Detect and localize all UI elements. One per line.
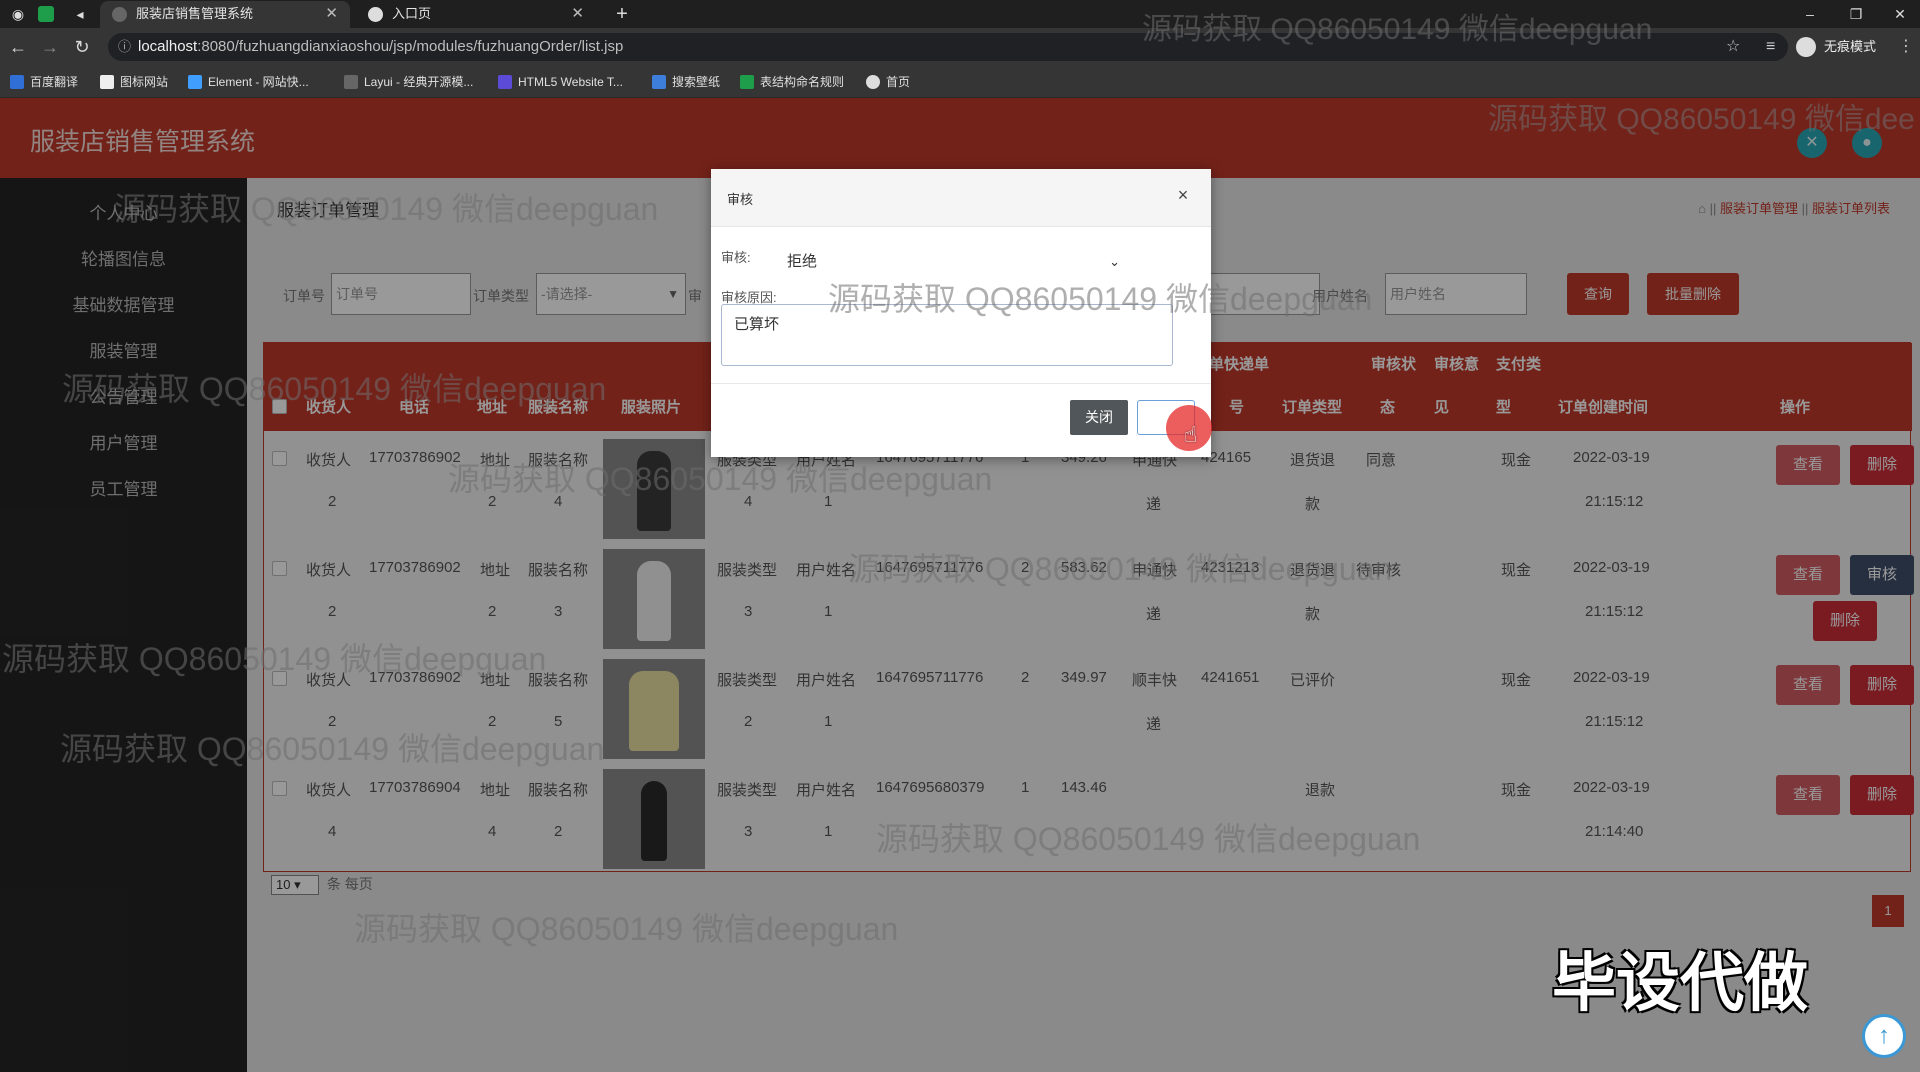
- layui-icon: [344, 75, 358, 89]
- bookmark-item[interactable]: HTML5 Website T...: [498, 73, 623, 91]
- audit-dialog: 审核 × 审核: 拒绝 ⌄ 审核原因: 已算坏 关闭: [711, 169, 1211, 457]
- html5-icon: [498, 75, 512, 89]
- close-icon[interactable]: ×: [1173, 185, 1193, 206]
- bookmark-label: Layui - 经典开源模...: [364, 75, 474, 89]
- url-host: localhost: [138, 38, 198, 55]
- dialog-divider: [711, 383, 1211, 384]
- new-tab-icon[interactable]: +: [612, 4, 632, 24]
- star-icon[interactable]: ☆: [1726, 36, 1740, 58]
- info-icon: ⓘ: [118, 39, 132, 54]
- reading-list-icon[interactable]: ≡: [1766, 36, 1775, 58]
- more-icon[interactable]: ⋮: [1898, 36, 1914, 58]
- globe-icon: [866, 75, 880, 89]
- extension-icon[interactable]: [38, 6, 54, 22]
- bookmark-label: 表结构命名规则: [760, 75, 845, 89]
- bookmark-label: Element - 网站快...: [208, 75, 309, 89]
- bookmark-label: 搜索壁纸: [672, 75, 721, 89]
- tab-close-icon[interactable]: ✕: [325, 1, 338, 27]
- bookmark-label: HTML5 Website T...: [518, 75, 623, 89]
- bookmark-item[interactable]: 图标网站: [100, 73, 168, 91]
- element-icon: [188, 75, 202, 89]
- bookmarks-bar: 百度翻译 图标网站 Element - 网站快... Layui - 经典开源模…: [0, 66, 1920, 98]
- chevron-down-icon: ⌄: [1109, 254, 1120, 269]
- scroll-to-top-icon[interactable]: ↑: [1862, 1014, 1906, 1058]
- incognito-icon: [1796, 37, 1816, 57]
- bookmark-item[interactable]: 搜索壁纸: [652, 73, 720, 91]
- bookmark-label: 首页: [886, 75, 911, 89]
- audit-result-value: 拒绝: [787, 253, 818, 270]
- url-path: :8080/fuzhuangdianxiaoshou/jsp/modules/f…: [197, 38, 624, 55]
- browser-tab-bar: ◉ ◂ 服装店销售管理系统 ✕ 入口页 ✕ + – ❐ ✕: [0, 0, 1920, 28]
- bookmark-label: 百度翻译: [30, 75, 79, 89]
- tab-entry[interactable]: 入口页 ✕: [356, 1, 596, 28]
- reload-icon[interactable]: ↻: [70, 36, 94, 58]
- promo-text: 毕设代做: [1552, 947, 1808, 1019]
- url-field[interactable]: ⓘ localhost:8080/fuzhuangdianxiaoshou/js…: [108, 33, 1788, 61]
- bookmark-item[interactable]: Element - 网站快...: [188, 73, 309, 91]
- browser-menu-icon[interactable]: ◉: [8, 4, 28, 24]
- flag-icon: [100, 75, 114, 89]
- tab-active[interactable]: 服装店销售管理系统 ✕: [100, 1, 350, 28]
- bookmark-item[interactable]: 表结构命名规则: [740, 73, 844, 91]
- favicon-icon: [112, 7, 127, 22]
- incognito-label: 无痕模式: [1824, 39, 1877, 54]
- tab-title: 入口页: [392, 6, 432, 21]
- close-button[interactable]: 关闭: [1070, 400, 1128, 435]
- back-icon[interactable]: ←: [6, 36, 30, 58]
- tab-title: 服装店销售管理系统: [136, 6, 254, 21]
- dialog-title: 审核: [727, 192, 754, 207]
- mute-icon[interactable]: ◂: [70, 4, 90, 24]
- sheet-icon: [740, 75, 754, 89]
- bookmark-item[interactable]: Layui - 经典开源模...: [344, 73, 473, 91]
- bookmark-item[interactable]: 百度翻译: [10, 73, 78, 91]
- audit-label: 审核:: [721, 250, 751, 265]
- reason-textarea[interactable]: 已算坏: [721, 304, 1173, 366]
- dialog-header: 审核 ×: [711, 169, 1211, 227]
- audit-result-select[interactable]: 拒绝 ⌄: [783, 247, 1128, 277]
- wallpaper-icon: [652, 75, 666, 89]
- globe-icon: [368, 7, 383, 22]
- translate-icon: [10, 75, 24, 89]
- bookmark-label: 图标网站: [120, 75, 169, 89]
- tab-close-icon[interactable]: ✕: [571, 1, 584, 27]
- pointer-hand-icon: ☝: [1184, 422, 1198, 447]
- bookmark-item[interactable]: 首页: [866, 73, 910, 91]
- minimize-icon[interactable]: –: [1790, 0, 1830, 28]
- forward-icon[interactable]: →: [38, 36, 62, 58]
- restore-icon[interactable]: ❐: [1836, 0, 1876, 28]
- incognito-badge[interactable]: 无痕模式: [1796, 35, 1876, 59]
- window-close-icon[interactable]: ✕: [1880, 0, 1920, 28]
- address-bar: ← → ↻ ⓘ localhost:8080/fuzhuangdianxiaos…: [0, 28, 1920, 66]
